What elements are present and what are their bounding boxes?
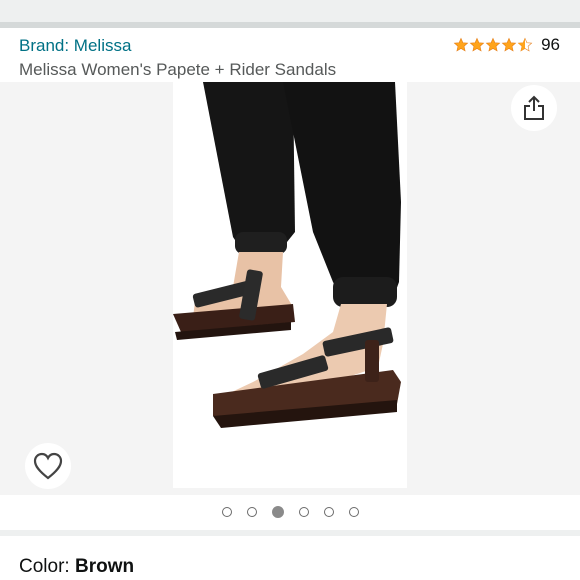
pagination-dot-active[interactable] — [271, 506, 284, 518]
share-icon — [524, 95, 544, 120]
review-count[interactable]: 96 — [541, 35, 560, 55]
product-title: Melissa Women's Papete + Rider Sandals — [19, 60, 337, 79]
pagination-dot[interactable] — [298, 507, 309, 517]
sandal-photo-illustration — [173, 82, 401, 428]
add-to-wishlist-button[interactable] — [25, 443, 71, 489]
top-divider — [0, 22, 580, 28]
pagination-dot[interactable] — [323, 507, 334, 517]
heart-icon — [33, 452, 63, 480]
star-icon — [453, 37, 469, 52]
pagination-dot[interactable] — [348, 507, 359, 517]
image-pagination[interactable] — [0, 504, 580, 520]
rating-summary[interactable]: 96 — [453, 35, 560, 55]
pagination-dot[interactable] — [246, 507, 257, 517]
pagination-dot[interactable] — [221, 507, 232, 517]
color-variation: Color: Brown — [19, 556, 134, 578]
brand-link[interactable]: Brand: Melissa — [19, 36, 131, 56]
product-image[interactable] — [173, 82, 407, 488]
star-icon — [469, 37, 485, 52]
star-icon — [485, 37, 501, 52]
star-rating — [453, 37, 533, 53]
star-half-icon — [517, 37, 533, 52]
share-button[interactable] — [511, 85, 557, 131]
star-icon — [501, 37, 517, 52]
selected-color: Brown — [74, 556, 135, 577]
section-divider — [0, 530, 580, 536]
image-gallery[interactable] — [0, 82, 580, 495]
color-label: Color: — [19, 556, 75, 577]
top-strip — [0, 0, 580, 22]
